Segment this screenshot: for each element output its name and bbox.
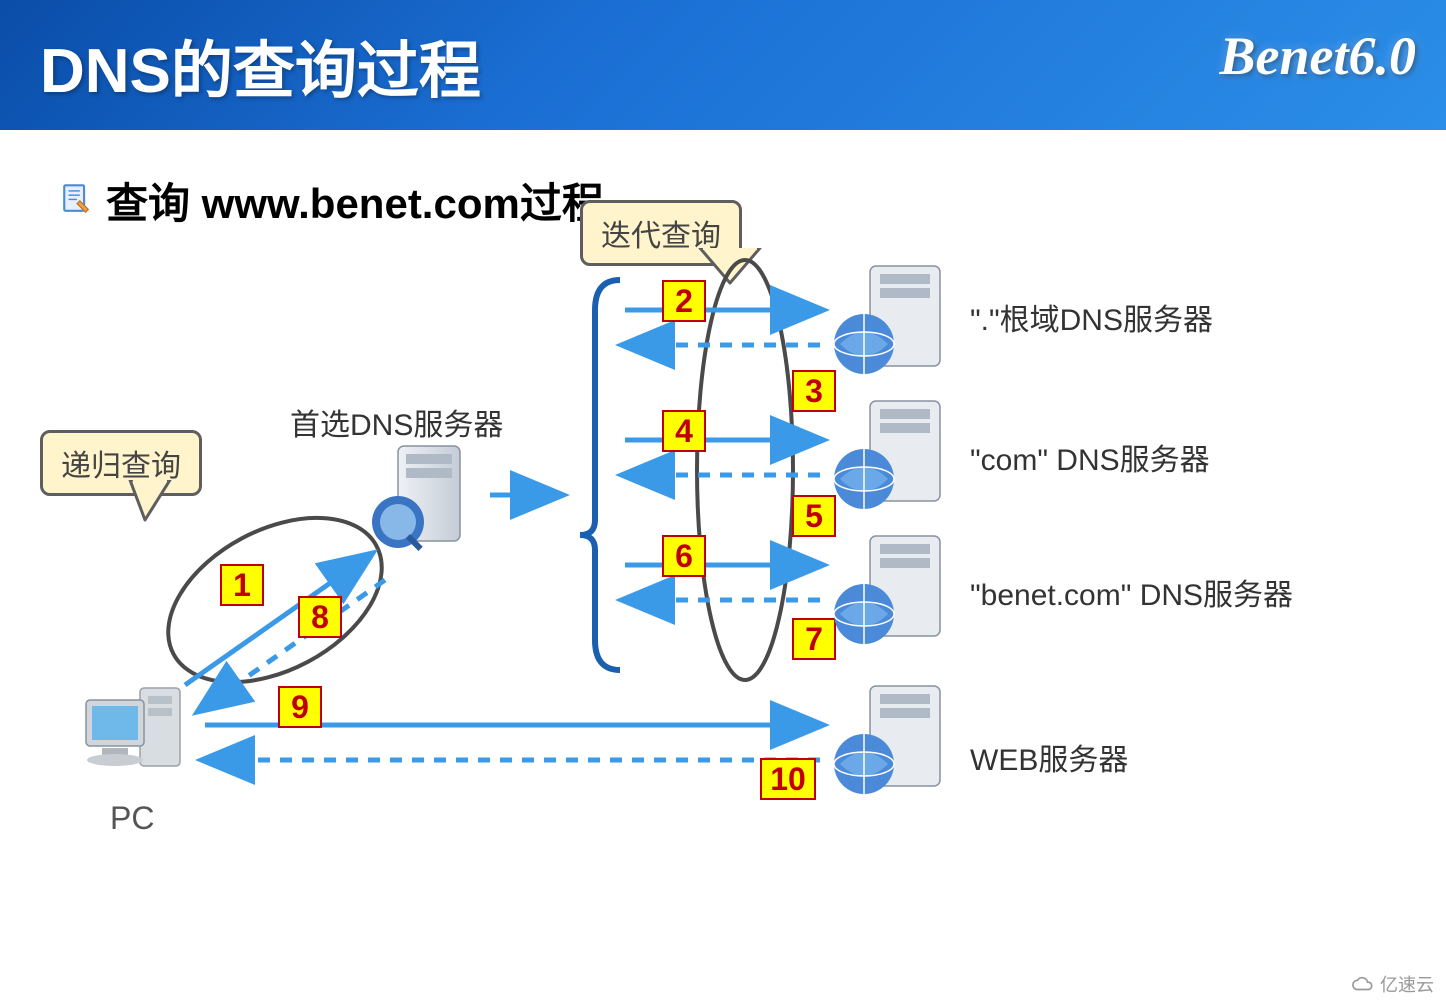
- slide-header: DNS的查询过程 Benet6.0: [0, 0, 1446, 130]
- com-dns-icon: [830, 395, 960, 515]
- step-4: 4: [662, 410, 706, 452]
- root-dns-label: "."根域DNS服务器: [970, 295, 1213, 339]
- step-2: 2: [662, 280, 706, 322]
- step-1: 1: [220, 564, 264, 606]
- watermark: 亿速云: [1352, 971, 1434, 997]
- preferred-dns-icon: [370, 440, 480, 560]
- benet-dns-label: "benet.com" DNS服务器: [970, 570, 1293, 614]
- step-10: 10: [760, 758, 816, 800]
- diagram-arrows: [0, 130, 1446, 1007]
- watermark-text: 亿速云: [1380, 971, 1434, 997]
- root-dns-icon: [830, 260, 960, 380]
- benet-dns-icon: [830, 530, 960, 650]
- pc-label: PC: [110, 800, 154, 837]
- preferred-dns-label: 首选DNS服务器: [290, 400, 503, 444]
- step-9: 9: [278, 686, 322, 728]
- slide-title: DNS的查询过程: [40, 20, 481, 110]
- slide-content: 查询 www.benet.com过程 迭代查询 递归查询: [0, 130, 1446, 1007]
- step-8: 8: [298, 596, 342, 638]
- web-server-label: WEB服务器: [970, 735, 1128, 779]
- brand-logo: Benet6.0: [1220, 25, 1417, 87]
- cloud-icon: [1352, 973, 1374, 995]
- com-dns-label: "com" DNS服务器: [970, 435, 1210, 479]
- web-server-icon: [830, 680, 960, 800]
- step-6: 6: [662, 535, 706, 577]
- pc-icon: [80, 680, 200, 790]
